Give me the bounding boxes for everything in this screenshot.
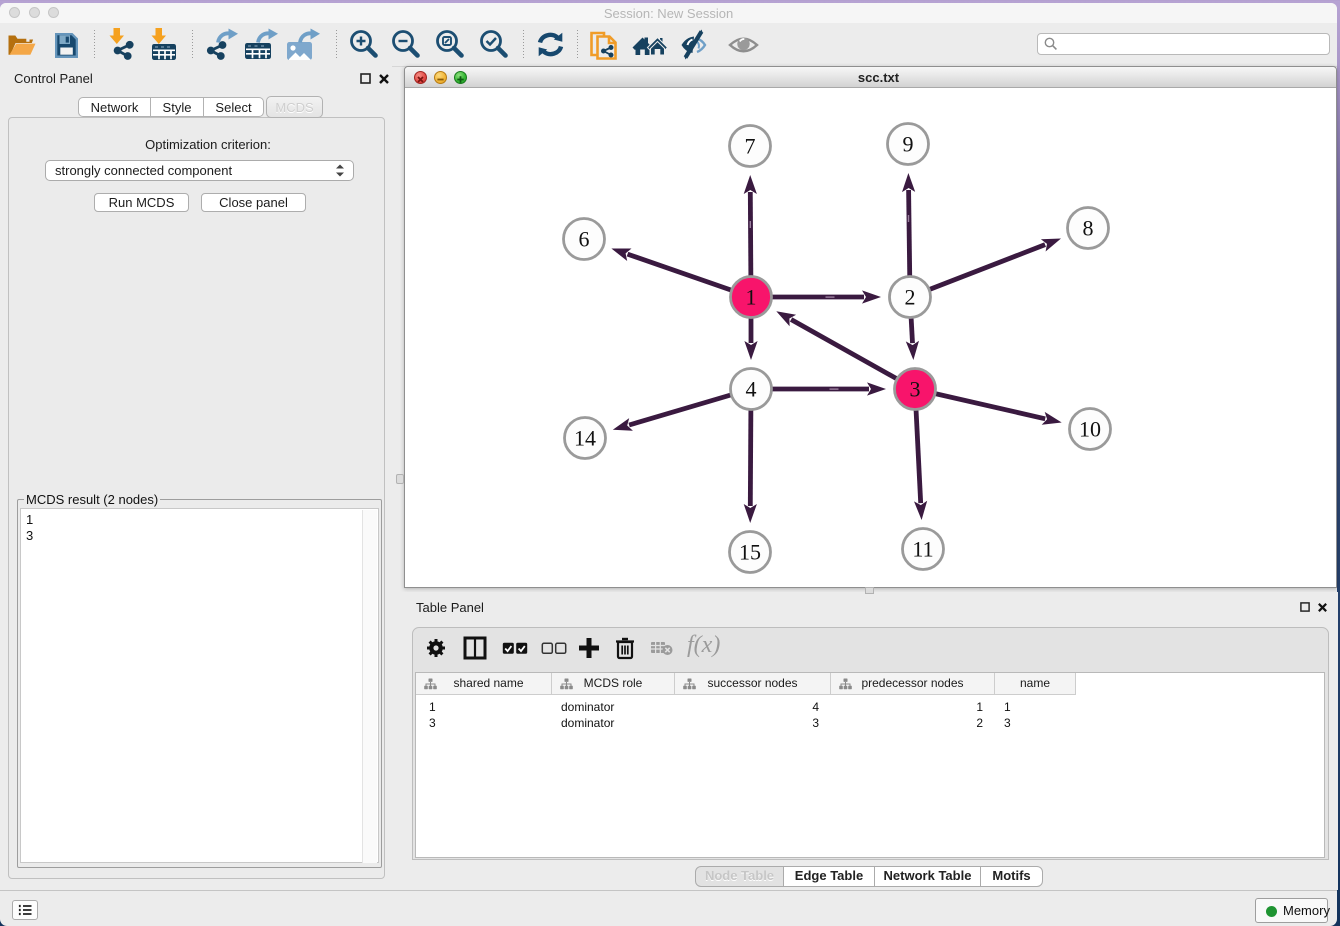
svg-text:10: 10 [1079, 417, 1101, 442]
svg-text:3: 3 [910, 377, 921, 402]
svg-text:14: 14 [574, 426, 596, 451]
svg-text:6: 6 [579, 227, 590, 252]
svg-text:8: 8 [1083, 216, 1094, 241]
svg-text:15: 15 [739, 540, 761, 565]
svg-text:1: 1 [746, 285, 757, 310]
svg-text:7: 7 [745, 134, 756, 159]
svg-text:11: 11 [912, 537, 933, 562]
svg-text:9: 9 [903, 132, 914, 157]
svg-text:4: 4 [746, 377, 757, 402]
svg-text:2: 2 [905, 285, 916, 310]
